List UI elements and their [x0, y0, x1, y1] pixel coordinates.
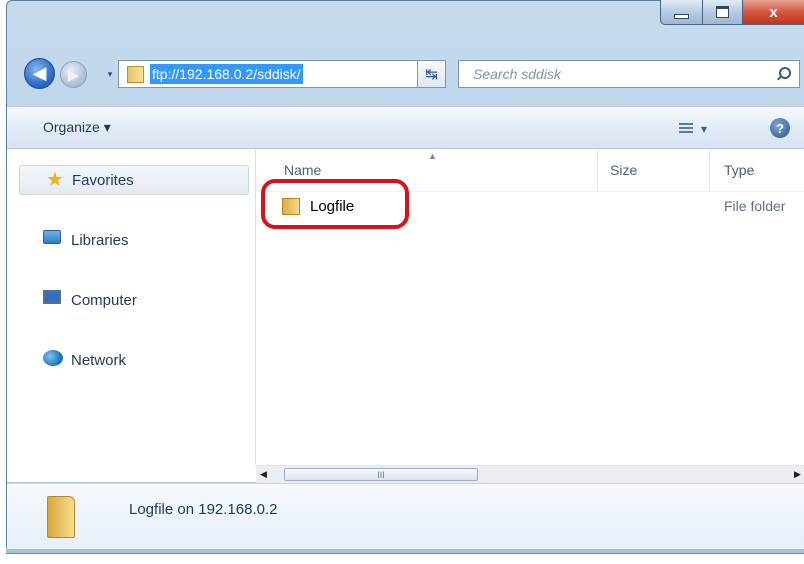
search-input[interactable]: Search sddisk [473, 66, 561, 82]
caption-buttons: x [660, 0, 804, 26]
search-box[interactable]: Search sddisk [458, 60, 800, 88]
views-button[interactable]: ▾ [679, 121, 709, 137]
sort-ascending-icon: ▲ [428, 151, 437, 161]
forward-button[interactable]: ▶ [60, 61, 87, 88]
grip-icon: III [377, 469, 385, 480]
computer-icon [43, 290, 65, 310]
nav-item-network[interactable]: Network [19, 345, 249, 375]
nav-item-favorites[interactable]: ★ Favorites [19, 165, 249, 195]
scroll-right-icon[interactable]: ▶ [794, 469, 801, 480]
nav-item-label: Network [71, 351, 127, 369]
recent-pages-button[interactable]: ▾ [104, 66, 116, 82]
nav-item-label: Favorites [72, 171, 134, 189]
address-path[interactable]: ftp://192.168.0.2/sddisk/ [150, 64, 303, 84]
search-icon[interactable] [777, 67, 791, 81]
command-bar: Organize ▾ ▾ ? [7, 106, 804, 149]
minimize-icon [674, 13, 689, 19]
address-bar[interactable]: ftp://192.168.0.2/sddisk/ ▼ [118, 60, 446, 88]
nav-pane-bottom [7, 465, 256, 482]
close-icon: x [769, 3, 778, 21]
navigation-pane: ★ Favorites Libraries Computer Network [7, 149, 256, 465]
maximize-button[interactable] [703, 0, 743, 25]
file-list: Name ▲ Size Type Logfile File folder [256, 149, 804, 465]
nav-item-label: Computer [71, 291, 137, 309]
chevron-down-icon: ▾ [701, 122, 708, 136]
scrollbar-thumb[interactable]: III [284, 468, 478, 481]
nav-item-computer[interactable]: Computer [19, 285, 249, 315]
refresh-icon: ↹ [425, 66, 438, 83]
nav-item-libraries[interactable]: Libraries [19, 225, 249, 255]
file-type: File folder [724, 198, 786, 214]
column-header-size[interactable]: Size [598, 149, 710, 191]
network-icon [43, 350, 65, 370]
back-arrow-icon: ◀ [32, 63, 47, 83]
nav-item-label: Libraries [71, 231, 129, 249]
details-text: Logfile on 192.168.0.2 [129, 501, 278, 518]
back-button[interactable]: ◀ [24, 58, 55, 89]
views-icon [679, 123, 693, 135]
close-button[interactable]: x [743, 0, 804, 25]
chevron-down-icon: ▾ [107, 68, 113, 79]
libraries-icon [43, 230, 65, 250]
refresh-button[interactable]: ↹ [417, 60, 446, 88]
scroll-left-icon[interactable]: ◀ [260, 469, 267, 480]
highlight-annotation [261, 179, 409, 229]
horizontal-scrollbar[interactable]: ◀ III ▶ [256, 465, 804, 483]
help-button[interactable]: ? [770, 118, 790, 138]
minimize-button[interactable] [660, 0, 703, 25]
star-icon: ★ [46, 169, 64, 191]
organize-button[interactable]: Organize ▾ [43, 119, 111, 136]
details-pane: Logfile on 192.168.0.2 [7, 483, 804, 549]
folder-icon [127, 65, 144, 83]
forward-arrow-icon: ▶ [67, 66, 80, 84]
folder-icon [47, 496, 75, 538]
maximize-icon [716, 6, 729, 18]
column-header-type[interactable]: Type [710, 149, 804, 191]
help-icon: ? [776, 120, 784, 136]
